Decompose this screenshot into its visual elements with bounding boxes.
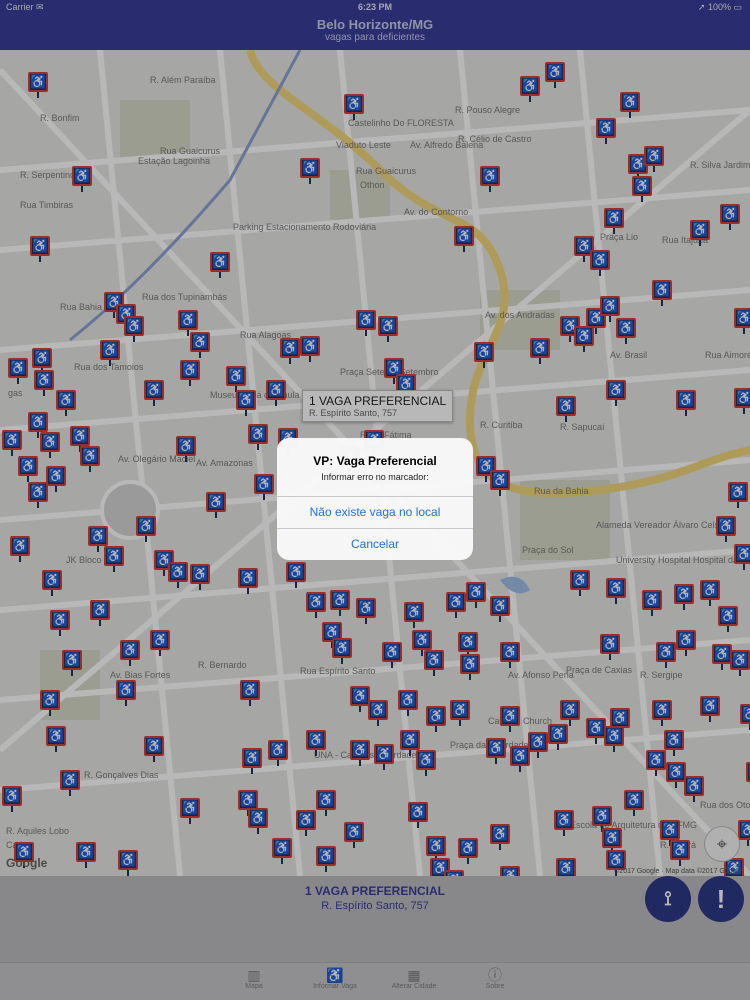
- dialog-title: VP: Vaga Preferencial: [313, 454, 437, 468]
- no-spot-button[interactable]: Não existe vaga no local: [277, 496, 473, 528]
- dialog-message: Informar erro no marcador:: [321, 472, 429, 482]
- cancel-button[interactable]: Cancelar: [277, 528, 473, 560]
- report-error-dialog: VP: Vaga Preferencial Informar erro no m…: [277, 438, 473, 560]
